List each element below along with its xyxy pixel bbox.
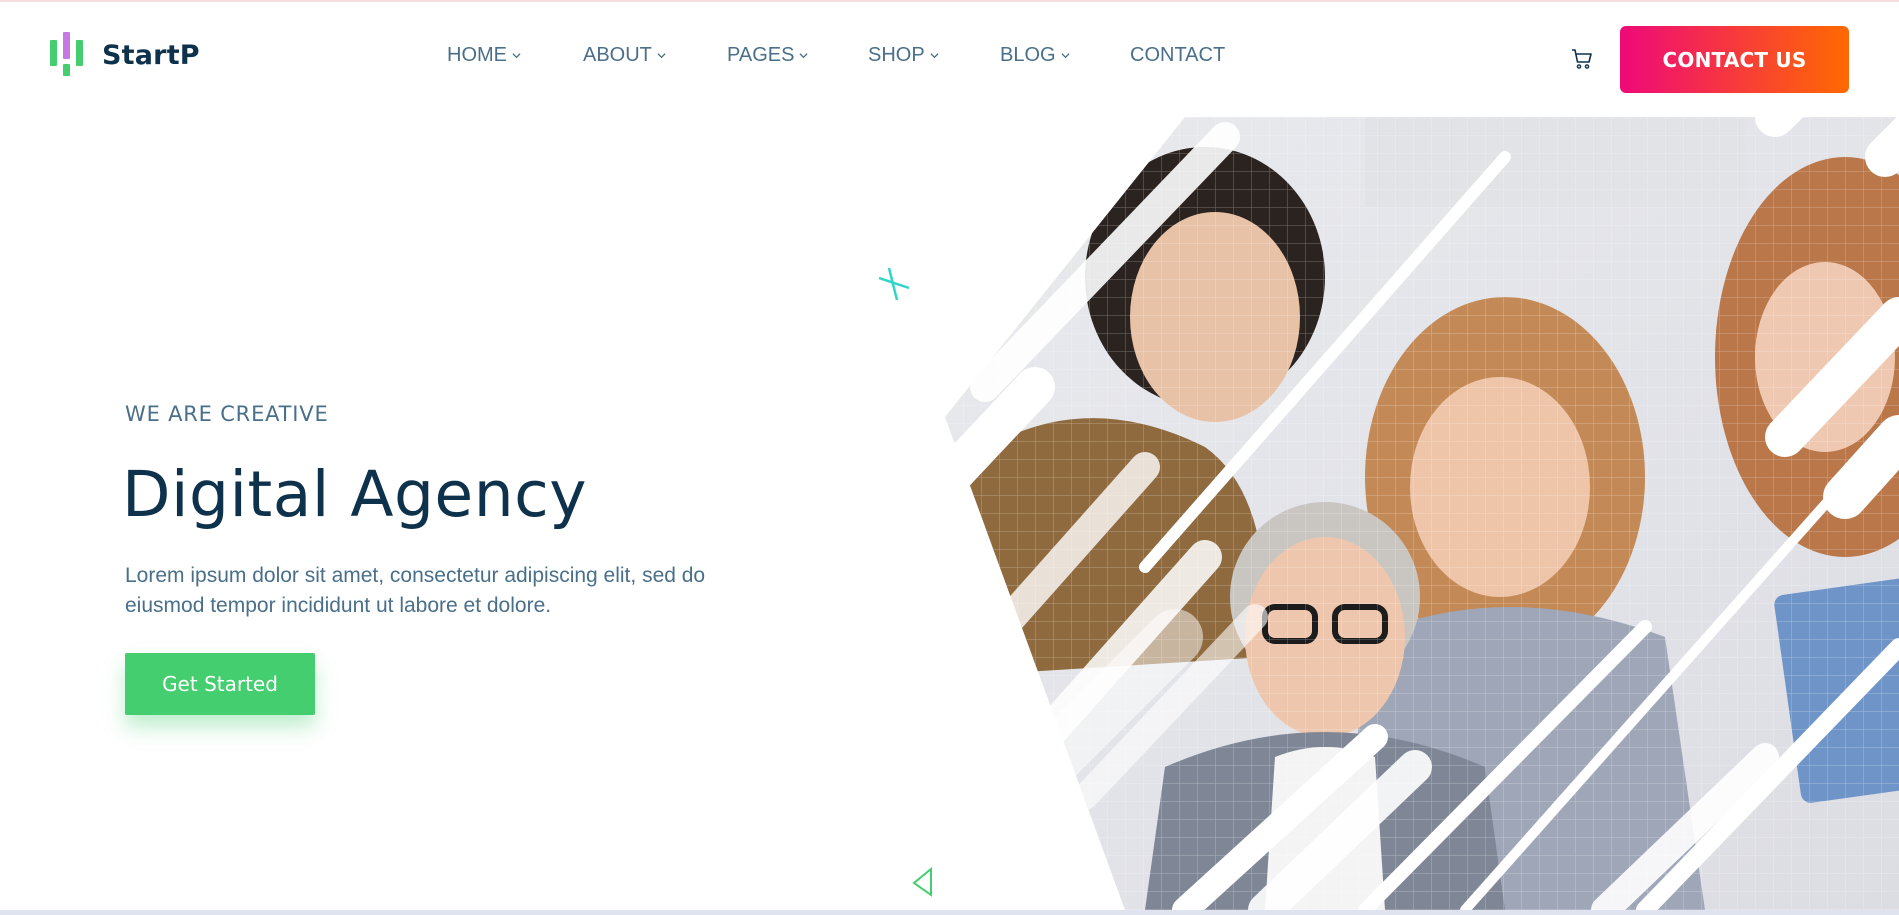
- chevron-down-icon: [930, 53, 939, 59]
- chevron-down-icon: [657, 53, 666, 59]
- triangle-shape-icon: [912, 866, 932, 897]
- cross-shape-icon: [878, 267, 910, 301]
- nav-item-home[interactable]: HOME: [447, 44, 521, 67]
- cart-icon[interactable]: [1570, 47, 1594, 71]
- nav-item-blog[interactable]: BLOG: [1000, 44, 1070, 67]
- hero-title: Digital Agency: [122, 458, 588, 531]
- nav-label: PAGES: [727, 44, 795, 66]
- nav-item-shop[interactable]: SHOP: [868, 44, 939, 67]
- top-border: [0, 0, 1899, 2]
- logo-text: StartP: [102, 39, 200, 71]
- nav-label: BLOG: [1000, 44, 1056, 66]
- nav-item-pages[interactable]: PAGES: [727, 44, 809, 67]
- nav-label: SHOP: [868, 44, 925, 66]
- nav-label: HOME: [447, 44, 507, 66]
- logo-icon: [48, 32, 86, 78]
- nav-label: ABOUT: [583, 44, 652, 66]
- chevron-down-icon: [1061, 53, 1070, 59]
- nav-item-about[interactable]: ABOUT: [583, 44, 666, 67]
- nav-item-contact[interactable]: CONTACT: [1130, 44, 1225, 67]
- get-started-button[interactable]: Get Started: [125, 653, 315, 715]
- hero-team-image: [945, 117, 1899, 910]
- logo-link[interactable]: StartP: [48, 32, 200, 78]
- chevron-down-icon: [512, 53, 521, 59]
- bottom-border: [0, 910, 1899, 915]
- hero-description: Lorem ipsum dolor sit amet, consectetur …: [125, 564, 706, 617]
- chevron-down-icon: [799, 53, 809, 59]
- contact-us-button[interactable]: CONTACT US: [1620, 26, 1849, 93]
- nav-label: CONTACT: [1130, 44, 1226, 66]
- hero-eyebrow: WE ARE CREATIVE: [125, 402, 329, 426]
